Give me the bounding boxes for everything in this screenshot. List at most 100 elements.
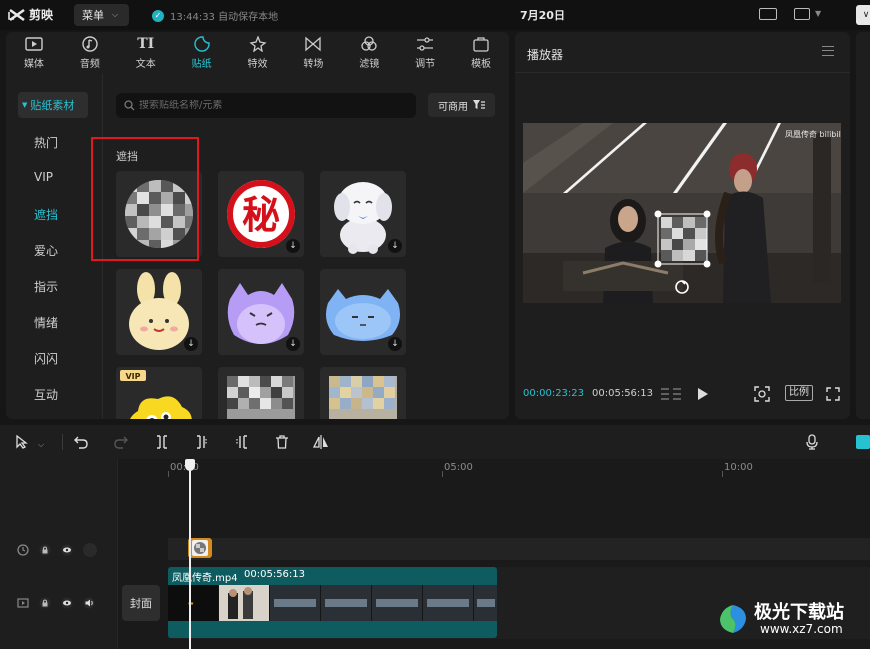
time-ruler[interactable]: 00:00 05:00 10:00 (118, 459, 870, 477)
hamburger-menu-icon[interactable] (822, 46, 834, 56)
tab-transition[interactable]: 转场 (285, 32, 341, 74)
tab-effects[interactable]: 特效 (230, 32, 286, 74)
tab-label: 调节 (415, 59, 436, 70)
speaker-icon[interactable] (83, 597, 95, 609)
sidebar-item-love[interactable]: 爱心 (34, 242, 58, 259)
sticker-track-controls (17, 543, 97, 557)
sticker-vip-fluffy[interactable]: VIP (116, 367, 202, 419)
download-icon[interactable]: ↓ (286, 337, 300, 351)
tab-label: 转场 (303, 59, 324, 70)
sticker-clip-thumbnail (192, 540, 208, 556)
sticker-track[interactable] (168, 538, 870, 560)
ruler-tick (168, 471, 169, 477)
clock-icon[interactable] (17, 544, 29, 556)
sticker-blue-blob[interactable]: ↓ (320, 269, 406, 355)
download-icon[interactable]: ↓ (388, 337, 402, 351)
highlight-box (91, 137, 199, 261)
sidebar-item-emotion[interactable]: 情绪 (34, 314, 58, 331)
sticker-mosaic-color[interactable] (320, 367, 406, 419)
sticker-bunny-blob[interactable]: ↓ (116, 269, 202, 355)
sidebar-item-interactive[interactable]: 互动 (34, 386, 58, 403)
autosave-text: 13:44:33 自动保存本地 (170, 12, 279, 23)
sticker-library-header[interactable]: ▼ 贴纸素材 (18, 92, 88, 118)
video-preview[interactable]: 凤凰传奇 bilibili (523, 123, 841, 303)
sidebar-item-pointer[interactable]: 指示 (34, 278, 58, 295)
lock-icon[interactable] (39, 544, 51, 556)
tab-filter[interactable]: 滤镜 (341, 32, 397, 74)
site-logo-icon (720, 605, 746, 633)
download-icon[interactable]: ↓ (286, 239, 300, 253)
search-input[interactable] (139, 100, 399, 111)
sticker-mosaic-gray[interactable] (218, 367, 304, 419)
tab-media[interactable]: 媒体 (6, 32, 62, 74)
sticker-white-puppy[interactable]: ↓ (320, 171, 406, 257)
playhead-handle[interactable] (185, 459, 195, 471)
video-track-icon[interactable] (17, 597, 29, 609)
grid-icon[interactable] (661, 387, 681, 401)
timeline-toolbar: ⌵ (0, 425, 870, 459)
cover-button[interactable]: 封面 (122, 585, 160, 621)
menu-label: 菜单 (82, 9, 104, 22)
clip-duration: 00:05:56:13 (244, 569, 306, 580)
transition-icon (305, 36, 322, 52)
tab-label: 滤镜 (359, 59, 380, 70)
microphone-icon[interactable] (806, 434, 818, 450)
delete-icon[interactable] (275, 435, 289, 449)
chevron-down-icon[interactable]: ▼ (815, 9, 821, 18)
sidebar-item-vip[interactable]: VIP (34, 170, 53, 184)
sticker-clip[interactable] (188, 538, 212, 558)
caret-down-icon: ▼ (22, 101, 28, 109)
playhead[interactable] (189, 459, 191, 649)
tab-audio[interactable]: 音频 (62, 32, 118, 74)
play-icon[interactable] (698, 388, 708, 400)
audio-icon (82, 36, 98, 52)
main-track-magnet-icon[interactable] (856, 435, 870, 449)
layout-icon[interactable] (794, 8, 810, 20)
sticker-secret-stamp[interactable]: 秘 ↓ (218, 171, 304, 257)
trim-left-icon[interactable] (195, 435, 209, 449)
tab-label: 文本 (135, 59, 156, 70)
video-clip[interactable]: 凤凰传奇.mp4 00:05:56:13 ▬ (168, 567, 497, 638)
select-cursor-icon[interactable] (16, 435, 28, 449)
menu-button[interactable]: 菜单 ⌵ (74, 4, 129, 26)
sticker-search[interactable] (116, 93, 416, 118)
sidebar-item-sparkle[interactable]: 闪闪 (34, 350, 58, 367)
tab-template[interactable]: 模板 (453, 32, 509, 74)
player-title: 播放器 (527, 48, 564, 62)
tab-adjust[interactable]: 调节 (397, 32, 453, 74)
sticker-purple-blob[interactable]: ↓ (218, 269, 304, 355)
mirror-icon[interactable] (313, 435, 329, 449)
download-icon[interactable]: ↓ (184, 337, 198, 351)
eye-icon[interactable] (61, 597, 73, 609)
zoom-fit-icon[interactable] (754, 386, 770, 402)
filter-icon (361, 36, 377, 51)
stamp-text: 秘 (242, 193, 280, 237)
ruler-tick (722, 471, 723, 477)
eye-icon[interactable] (61, 544, 73, 556)
video-track-controls (17, 597, 95, 609)
filter-funnel-icon (473, 100, 485, 109)
export-button[interactable]: ∨ (856, 5, 870, 25)
undo-icon[interactable] (74, 435, 88, 449)
aspect-ratio-button[interactable]: 比例 (785, 385, 813, 401)
trim-right-icon[interactable] (235, 435, 249, 449)
sidebar-item-hot[interactable]: 热门 (34, 134, 58, 151)
sidebar-item-cover[interactable]: 遮挡 (34, 206, 58, 223)
split-icon[interactable] (155, 435, 169, 449)
current-timecode: 00:00:23:23 (523, 388, 585, 399)
tab-sticker[interactable]: 贴纸 (174, 32, 230, 74)
clip-thumbnails: ▬ (168, 585, 497, 621)
redo-icon[interactable] (114, 435, 128, 449)
divider (515, 72, 850, 73)
lock-icon[interactable] (39, 597, 51, 609)
tab-text[interactable]: TI 文本 (118, 32, 174, 74)
chevron-down-icon[interactable]: ⌵ (38, 437, 44, 453)
commercial-filter-button[interactable]: 可商用 (428, 93, 495, 117)
keyboard-shortcuts-icon[interactable] (759, 8, 777, 20)
template-icon (473, 37, 489, 52)
download-icon[interactable]: ↓ (388, 239, 402, 253)
site-watermark: 极光下载站 www.xz7.com (716, 596, 866, 644)
fullscreen-icon[interactable] (826, 387, 840, 401)
mosaic-gray-sticker (227, 376, 295, 419)
check-icon: ✓ (152, 9, 164, 22)
